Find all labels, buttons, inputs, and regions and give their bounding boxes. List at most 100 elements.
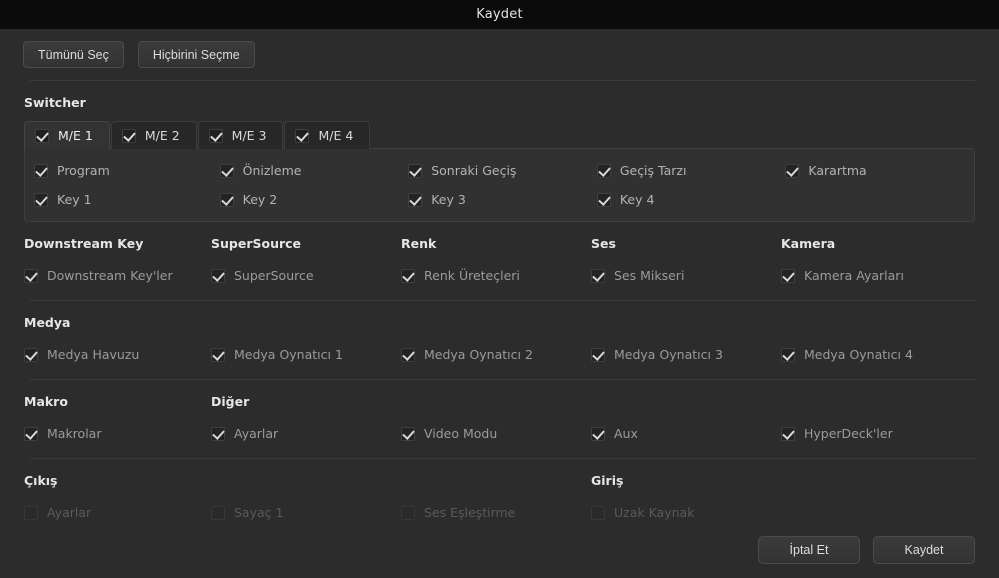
checkbox-karartma[interactable]: Karartma	[785, 156, 974, 185]
checkbox-video-modu[interactable]: Video Modu	[401, 419, 591, 448]
checkbox-label: Key 3	[431, 192, 466, 207]
section-switcher: Switcher M/E 1M/E 2M/E 3M/E 4 ProgramÖni…	[24, 81, 975, 222]
checkbox-gecis-tarzi[interactable]: Geçiş Tarzı	[597, 156, 786, 185]
checkbox-uzak-kaynak: Uzak Kaynak	[591, 498, 781, 527]
sections-container: Switcher M/E 1M/E 2M/E 3M/E 4 ProgramÖni…	[0, 81, 999, 527]
save-button[interactable]: Kaydet	[873, 536, 975, 564]
checkmark-icon	[34, 193, 48, 207]
checkmark-icon	[24, 506, 38, 520]
checkbox-ses-eslestirme: Ses Eşleştirme	[401, 498, 591, 527]
checkbox-kamera-ayarlari[interactable]: Kamera Ayarları	[781, 261, 971, 290]
tab-m-e-4[interactable]: M/E 4	[284, 121, 370, 149]
tab-m-e-3[interactable]: M/E 3	[198, 121, 284, 149]
switcher-panel: ProgramÖnizlemeSonraki Geçiş Geçiş Tarzı K…	[24, 148, 975, 222]
heading-supersource: SuperSource	[211, 236, 401, 251]
io-headings: ÇıkışGiriş	[24, 473, 975, 488]
checkbox-key-1[interactable]: Key 1	[34, 185, 220, 214]
checkbox-makrolar[interactable]: Makrolar	[24, 419, 211, 448]
tab-label: M/E 1	[58, 128, 93, 143]
section-macro: MakroDiğer Makrolar Ayarlar Video Modu Aux H…	[24, 380, 975, 448]
checkbox-medya-havuzu[interactable]: Medya Havuzu	[24, 340, 211, 369]
heading-spacer	[401, 473, 591, 488]
checkmark-icon	[211, 348, 225, 362]
heading-spacer	[781, 394, 971, 409]
checkbox-ses-mikseri[interactable]: Ses Mikseri	[591, 261, 781, 290]
title-bar: Kaydet	[0, 0, 999, 29]
checkbox-program[interactable]: Program	[34, 156, 220, 185]
checkmark-icon	[781, 427, 795, 441]
tab-m-e-1[interactable]: M/E 1	[24, 121, 110, 149]
checkmark-icon	[24, 269, 38, 283]
checkbox-ayarlar[interactable]: Ayarlar	[211, 419, 401, 448]
checkmark-icon	[597, 164, 611, 178]
checkbox-onizleme[interactable]: Önizleme	[220, 156, 409, 185]
heading-spacer	[401, 315, 591, 330]
dialog-footer: İptal Et Kaydet	[758, 536, 975, 564]
heading-renk: Renk	[401, 236, 591, 251]
checkbox-label: Ses Eşleştirme	[424, 505, 515, 520]
checkbox-label: Video Modu	[424, 426, 497, 441]
checkmark-icon	[781, 348, 795, 362]
select-none-button[interactable]: Hiçbirini Seçme	[138, 41, 255, 68]
checkbox-label: Key 4	[620, 192, 655, 207]
checkbox-supersource[interactable]: SuperSource	[211, 261, 401, 290]
media-row-1: Medya Havuzu Medya Oynatıcı 1 Medya Oynatı…	[24, 340, 975, 369]
checkmark-icon	[24, 427, 38, 441]
checkbox-label: Ayarlar	[234, 426, 278, 441]
checkmark-icon	[209, 129, 223, 143]
select-all-button[interactable]: Tümünü Seç	[23, 41, 124, 68]
section-media: Medya Medya HavuzuMedya Oynatıcı 1Medya …	[24, 301, 975, 369]
selection-toolbar: Tümünü Seç Hiçbirini Seçme	[0, 29, 999, 80]
heading-downstream-key: Downstream Key	[24, 236, 211, 251]
heading-spacer	[211, 473, 401, 488]
checkbox-sonraki-gecis[interactable]: Sonraki Geçiş	[408, 156, 597, 185]
checkbox-renk-uretecleri[interactable]: Renk Üreteçleri	[401, 261, 591, 290]
heading-kamera: Kamera	[781, 236, 971, 251]
checkbox-downstream-key-ler[interactable]: Downstream Key'ler	[24, 261, 211, 290]
checkbox-label: Geçiş Tarzı	[620, 163, 687, 178]
switcher-row-1: ProgramÖnizlemeSonraki Geçiş Geçiş Tarzı K…	[34, 156, 974, 185]
checkbox-medya-oynatici-3[interactable]: Medya Oynatıcı 3	[591, 340, 781, 369]
checkbox-label: Karartma	[808, 163, 866, 178]
checkbox-label: Ses Mikseri	[614, 268, 684, 283]
checkbox-key-3[interactable]: Key 3	[408, 185, 597, 214]
checkmark-icon	[211, 269, 225, 283]
checkbox-medya-oynatici-4[interactable]: Medya Oynatıcı 4	[781, 340, 971, 369]
heading-diger: Diğer	[211, 394, 401, 409]
save-dialog: Kaydet Tümünü Seç Hiçbirini Seçme Switch…	[0, 0, 999, 578]
heading-makro: Makro	[24, 394, 211, 409]
checkbox-label: Medya Oynatıcı 2	[424, 347, 533, 362]
heading-ses: Ses	[591, 236, 781, 251]
checkmark-icon	[220, 193, 234, 207]
checkbox-hyperdeck-ler[interactable]: HyperDeck'ler	[781, 419, 971, 448]
media-headings: Medya	[24, 315, 975, 330]
checkmark-icon	[401, 427, 415, 441]
switcher-row-2: Key 1 Key 2 Key 3 Key 4	[34, 185, 974, 214]
checkbox-label: Medya Havuzu	[47, 347, 139, 362]
window-title: Kaydet	[476, 7, 523, 22]
macro-headings: MakroDiğer	[24, 394, 975, 409]
me-tab-strip: M/E 1 M/E 2 M/E 3M/E 4	[24, 121, 975, 149]
checkbox-label: Key 2	[243, 192, 278, 207]
tab-m-e-2[interactable]: M/E 2	[111, 121, 197, 149]
spacer	[785, 185, 974, 214]
checkbox-label: Key 1	[57, 192, 92, 207]
checkbox-label: Makrolar	[47, 426, 101, 441]
checkmark-icon	[122, 129, 136, 143]
checkbox-ayarlar: Ayarlar	[24, 498, 211, 527]
checkmark-icon	[211, 506, 225, 520]
checkbox-key-2[interactable]: Key 2	[220, 185, 409, 214]
cancel-button[interactable]: İptal Et	[758, 536, 860, 564]
checkbox-aux[interactable]: Aux	[591, 419, 781, 448]
checkbox-key-4[interactable]: Key 4	[597, 185, 786, 214]
checkbox-label: Medya Oynatıcı 1	[234, 347, 343, 362]
checkbox-medya-oynatici-2[interactable]: Medya Oynatıcı 2	[401, 340, 591, 369]
checkmark-icon	[408, 164, 422, 178]
checkbox-label: Aux	[614, 426, 638, 441]
checkmark-icon	[211, 427, 225, 441]
heading-spacer	[401, 394, 591, 409]
heading-cikis: Çıkış	[24, 473, 211, 488]
checkbox-label: Kamera Ayarları	[804, 268, 904, 283]
checkbox-medya-oynatici-1[interactable]: Medya Oynatıcı 1	[211, 340, 401, 369]
tab-label: M/E 2	[145, 128, 180, 143]
